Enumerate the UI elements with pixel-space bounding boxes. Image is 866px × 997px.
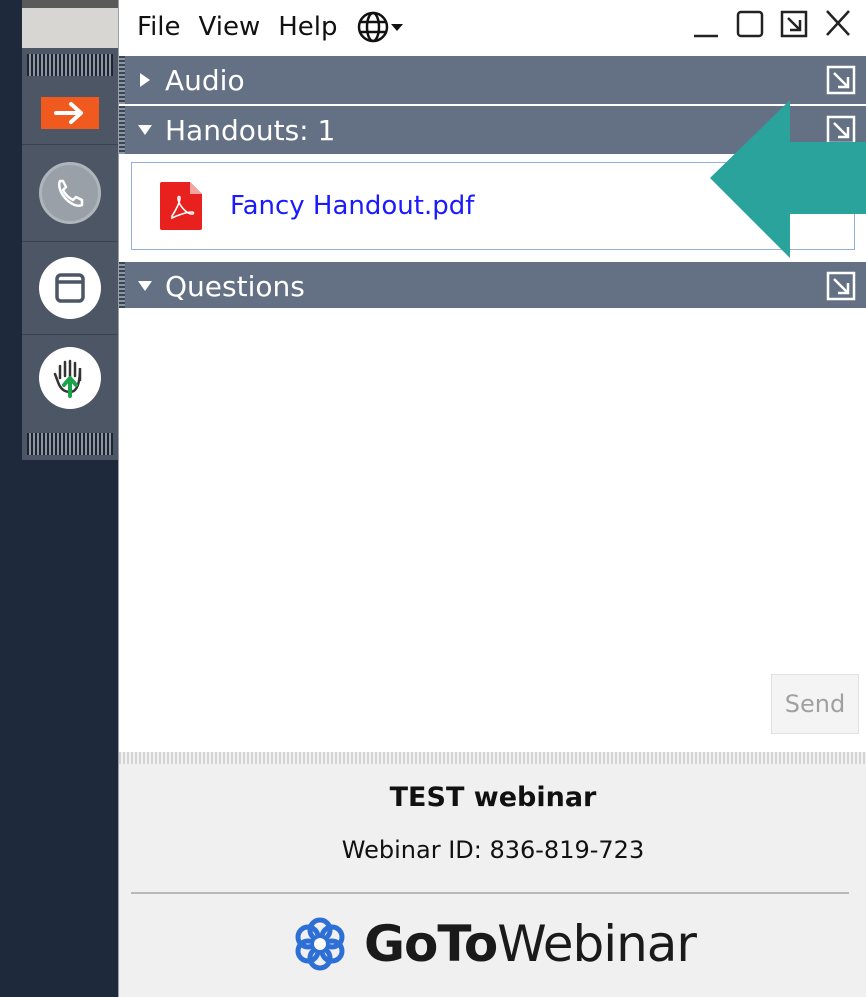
close-icon[interactable]	[823, 6, 853, 40]
chevron-down-icon	[390, 24, 403, 31]
control-panel	[22, 48, 118, 460]
phone-icon	[39, 162, 101, 224]
gotowebinar-logo-icon	[295, 917, 345, 971]
arrow-right-icon	[41, 97, 99, 129]
questions-section-title: Questions	[165, 269, 305, 303]
language-menu[interactable]	[356, 10, 404, 44]
menu-view[interactable]: View	[199, 12, 261, 42]
panel-splitter[interactable]	[119, 752, 866, 764]
send-button[interactable]: Send	[771, 674, 859, 734]
expanded-triangle-icon	[138, 281, 152, 291]
questions-section-header[interactable]: Questions	[119, 262, 866, 310]
audio-section-header[interactable]: Audio	[119, 56, 866, 104]
expanded-triangle-icon	[138, 125, 152, 135]
menu-file[interactable]: File	[137, 12, 181, 42]
audio-popout-icon[interactable]	[825, 64, 857, 96]
maximize-icon[interactable]	[735, 6, 765, 40]
top-strip-light	[22, 8, 120, 48]
audio-phone-button[interactable]	[22, 145, 118, 242]
window-controls	[691, 6, 853, 40]
menu-help[interactable]: Help	[278, 12, 337, 42]
pdf-icon	[160, 182, 202, 230]
questions-log[interactable]	[119, 308, 866, 551]
brand-name: GoToWebinar	[363, 915, 697, 973]
audio-section-title: Audio	[165, 63, 245, 97]
menu-bar: File View Help	[119, 0, 866, 54]
questions-popout-icon[interactable]	[825, 270, 857, 302]
collapsed-triangle-icon	[140, 73, 150, 87]
handouts-section-title: Handouts: 1	[165, 113, 336, 147]
webinar-id: Webinar ID: 836-819-723	[341, 836, 645, 864]
divider	[131, 892, 849, 894]
minimize-icon[interactable]	[691, 6, 721, 40]
send-row: Send	[119, 648, 866, 754]
webinar-title: TEST webinar	[389, 782, 597, 813]
show-webinar-button[interactable]	[22, 242, 118, 335]
top-strip	[22, 0, 120, 8]
collapse-panel-button[interactable]	[22, 82, 118, 145]
handout-filename-link[interactable]: Fancy Handout.pdf	[230, 191, 474, 221]
raise-hand-icon	[39, 347, 101, 409]
gotowebinar-logo: GoToWebinar	[119, 914, 866, 974]
globe-icon	[357, 11, 388, 43]
control-panel-grip-bottom[interactable]	[22, 428, 118, 460]
window-icon	[39, 257, 101, 319]
question-input[interactable]	[119, 550, 866, 649]
popout-icon[interactable]	[779, 6, 809, 40]
raise-hand-button[interactable]	[22, 335, 118, 421]
control-panel-grip-top[interactable]	[22, 48, 118, 82]
annotation-arrow-icon	[710, 100, 866, 258]
webinar-info: TEST webinar Webinar ID: 836-819-723 GoT…	[119, 764, 866, 997]
